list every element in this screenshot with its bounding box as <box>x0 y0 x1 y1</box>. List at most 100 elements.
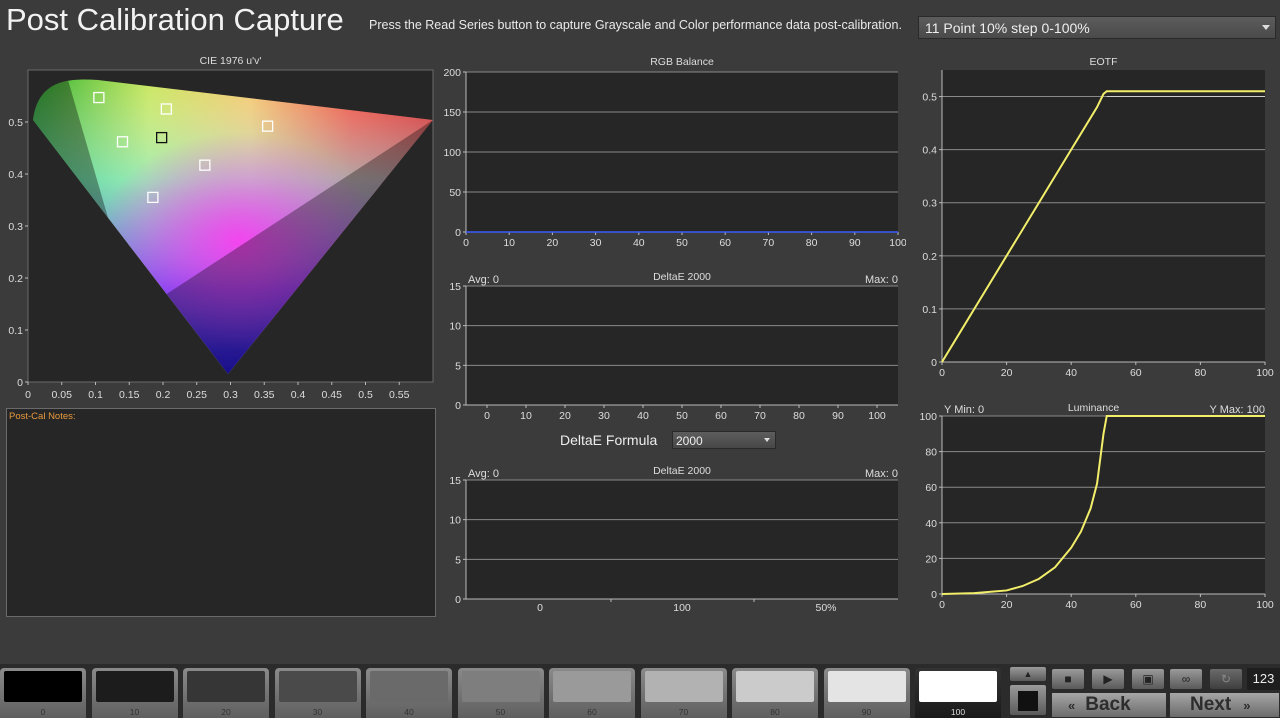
y-tick-label: 0.3 <box>8 221 23 233</box>
y-tick-label: 0 <box>455 400 461 412</box>
swatch-color <box>278 671 357 702</box>
y-tick-label: 100 <box>919 411 937 423</box>
x-tick-label: 0.25 <box>187 389 208 401</box>
x-tick-label: 50 <box>676 410 688 420</box>
next-button[interactable]: Next » <box>1169 692 1280 718</box>
loop-button[interactable]: ∞ <box>1169 668 1203 690</box>
play-button[interactable]: ▶ <box>1091 668 1125 690</box>
y-tick-label: 0.2 <box>922 251 937 263</box>
y-tick-label: 15 <box>449 281 461 293</box>
post-cal-notes-panel[interactable]: Post-Cal Notes: <box>6 408 436 617</box>
x-tick-label: 10 <box>503 237 515 249</box>
y-tick-label: 10 <box>449 321 461 333</box>
y-tick-label: 60 <box>925 482 937 494</box>
grayscale-swatch-70[interactable]: 70 <box>640 668 727 718</box>
series-dropdown[interactable]: 11 Point 10% step 0-100% <box>918 16 1276 39</box>
stop-icon <box>1018 690 1038 711</box>
grayscale-swatch-100[interactable]: 100 <box>915 668 1001 718</box>
refresh-icon: ↻ <box>1220 672 1232 686</box>
x-tick-label: 60 <box>1130 599 1142 611</box>
save-icon: ▣ <box>1142 672 1154 686</box>
x-tick-label: 0.15 <box>119 389 140 401</box>
swatch-color <box>736 671 814 702</box>
chevron-up-icon: ▲ <box>1023 669 1033 679</box>
y-tick-label: 0.5 <box>922 92 937 104</box>
deltae-formula-dropdown[interactable]: 2000 <box>672 431 776 449</box>
swatch-color <box>461 671 540 702</box>
y-tick-label: 200 <box>443 67 461 79</box>
stop-read-button[interactable] <box>1009 684 1047 716</box>
y-tick-label: 0.4 <box>922 145 937 157</box>
y-tick-label: 10 <box>449 515 461 527</box>
save-button[interactable]: ▣ <box>1131 668 1165 690</box>
x-tick-label: 100 <box>1256 367 1274 379</box>
y-tick-label: 80 <box>925 447 937 459</box>
x-tick-label: 40 <box>1065 599 1077 611</box>
grayscale-swatch-0[interactable]: 0 <box>0 668 86 718</box>
series-dropdown-value: 11 Point 10% step 0-100% <box>925 20 1090 36</box>
x-tick-label: 60 <box>1130 367 1142 379</box>
grayscale-swatch-90[interactable]: 90 <box>823 668 910 718</box>
x-tick-label: 20 <box>1001 599 1013 611</box>
x-category-label: 100 <box>673 602 691 614</box>
swatch-label: 80 <box>770 707 780 717</box>
x-tick-label: 0 <box>484 410 490 420</box>
grayscale-swatch-80[interactable]: 80 <box>732 668 818 718</box>
chevron-down-icon <box>764 438 770 442</box>
x-tick-label: 80 <box>1195 367 1207 379</box>
swatch-color <box>827 671 906 702</box>
next-label: Next <box>1190 694 1232 715</box>
x-tick-label: 100 <box>889 237 906 249</box>
x-category-label: 50% <box>815 602 836 614</box>
grayscale-swatch-40[interactable]: 40 <box>366 668 452 718</box>
stop-button[interactable]: ■ <box>1051 668 1085 690</box>
x-tick-label: 20 <box>547 237 559 249</box>
deltae-formula-label: DeltaE Formula <box>560 432 658 448</box>
grayscale-swatch-10[interactable]: 10 <box>91 668 178 718</box>
counter-display: 123 <box>1247 668 1280 690</box>
eotf-chart: 0 0.1 0.2 0.3 0.4 0.5 0 20 40 60 80 100 <box>922 70 1274 379</box>
x-tick-label: 0.3 <box>223 389 238 401</box>
swatch-label: 50 <box>495 707 506 717</box>
page-title: Post Calibration Capture <box>6 2 344 37</box>
x-tick-label: 20 <box>559 410 571 420</box>
grayscale-swatch-60[interactable]: 60 <box>549 668 635 718</box>
swatch-color <box>370 671 448 702</box>
plot-area <box>466 480 898 599</box>
x-tick-label: 10 <box>520 410 532 420</box>
grayscale-swatch-30[interactable]: 30 <box>274 668 361 718</box>
stop-icon: ■ <box>1064 672 1072 686</box>
y-tick-label: 0.1 <box>922 304 937 316</box>
loop-icon: ∞ <box>1181 672 1191 686</box>
swatch-label: 40 <box>404 707 414 717</box>
x-tick-label: 40 <box>633 237 645 249</box>
x-tick-label: 0 <box>463 237 469 249</box>
x-tick-label: 0.4 <box>291 389 306 401</box>
grayscale-swatch-20[interactable]: 20 <box>183 668 269 718</box>
x-tick-label: 80 <box>1195 599 1207 611</box>
x-tick-label: 0.05 <box>52 389 73 401</box>
x-tick-label: 0.1 <box>88 389 103 401</box>
x-tick-label: 0 <box>939 367 945 379</box>
swatch-label: 100 <box>950 707 966 717</box>
cie-chart: 0 0.05 0.1 0.15 0.2 0.25 0.3 0.35 0.4 0.45 0.5 0.55… <box>8 69 434 401</box>
swatch-label: 0 <box>40 707 46 717</box>
x-tick-label: 40 <box>637 410 649 420</box>
step-up-button[interactable]: ▲ <box>1009 666 1047 682</box>
refresh-button[interactable]: ↻ <box>1209 668 1243 690</box>
y-tick-label: 150 <box>443 107 461 119</box>
swatch-label: 30 <box>312 707 323 717</box>
swatch-label: 70 <box>678 707 689 717</box>
swatch-label: 90 <box>861 707 872 717</box>
y-tick-label: 5 <box>455 360 461 372</box>
chevrons-right-icon: » <box>1243 698 1251 713</box>
y-tick-label: 0 <box>931 357 937 369</box>
x-tick-label: 0.35 <box>254 389 275 401</box>
y-tick-label: 0.5 <box>8 117 23 129</box>
back-button[interactable]: « Back <box>1051 692 1167 718</box>
play-icon: ▶ <box>1103 672 1113 686</box>
swatch-color <box>4 671 82 702</box>
x-category-label: 0 <box>537 602 543 614</box>
x-tick-label: 0 <box>25 389 31 401</box>
grayscale-swatch-50[interactable]: 50 <box>457 668 544 718</box>
